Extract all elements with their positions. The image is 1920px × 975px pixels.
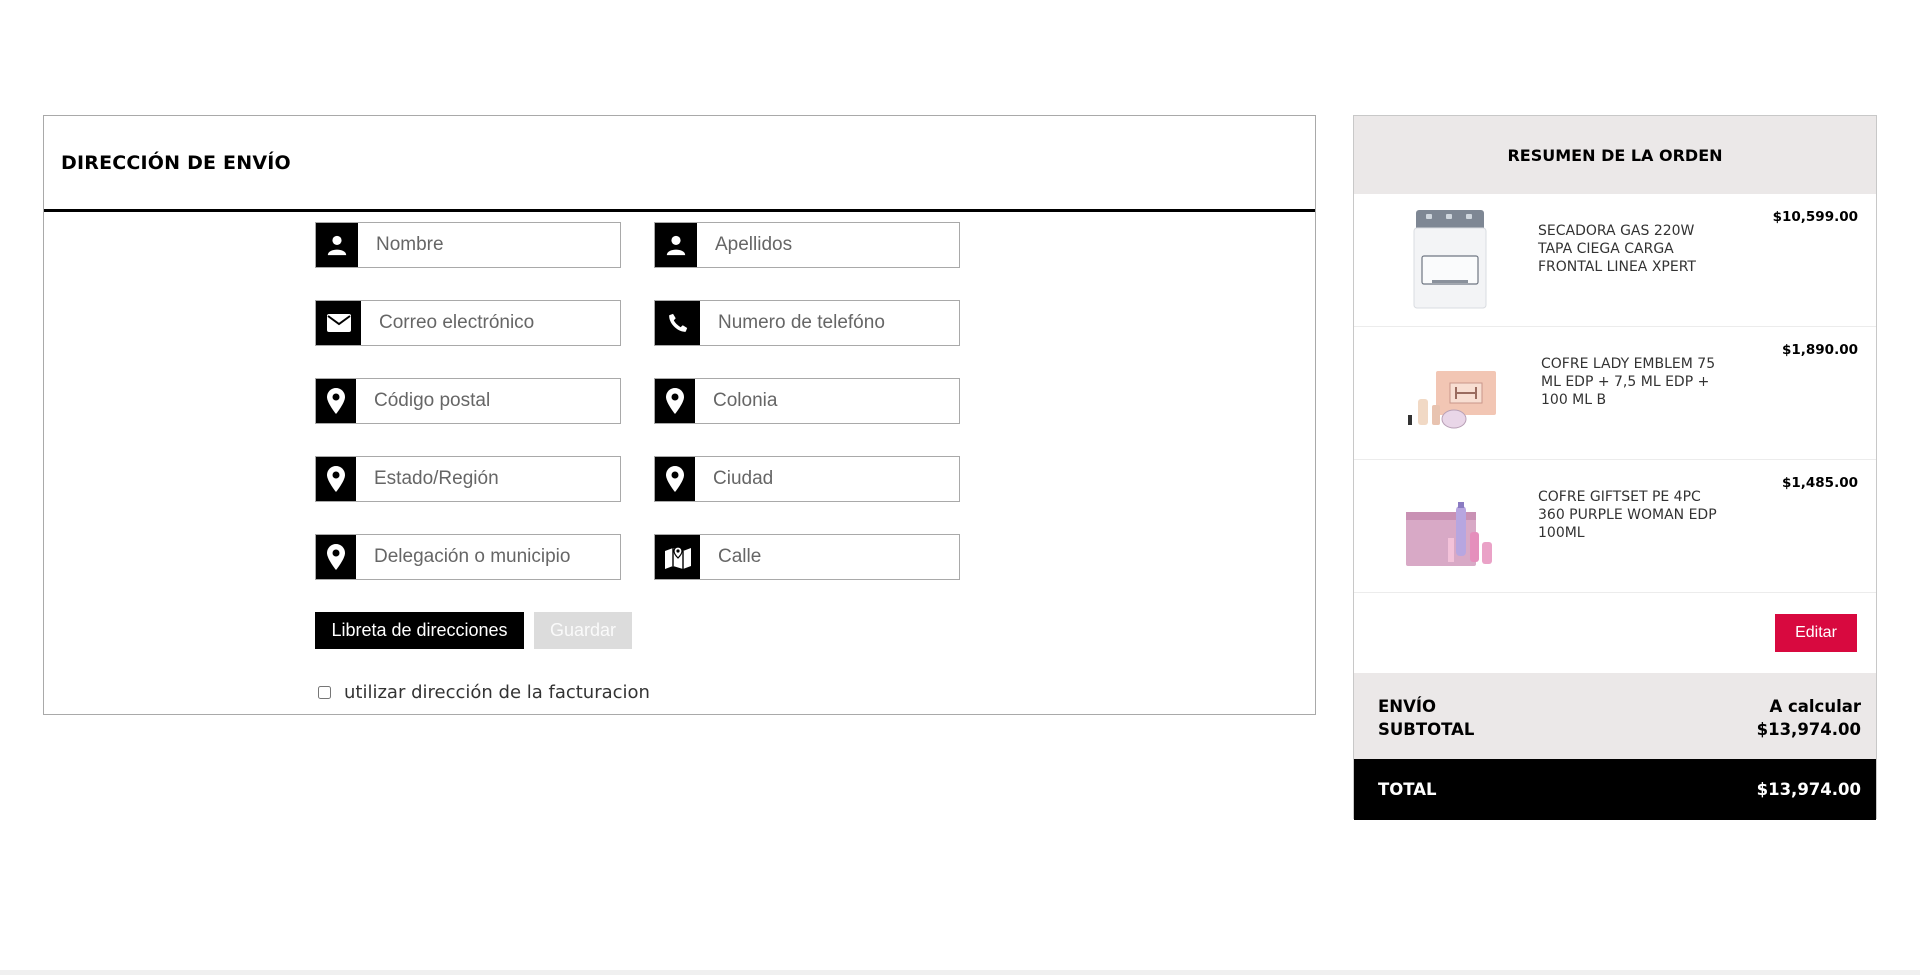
- city-input[interactable]: [695, 457, 959, 501]
- state-input[interactable]: [356, 457, 620, 501]
- order-item: SECADORA GAS 220W TAPA CIEGA CARGA FRONT…: [1354, 194, 1876, 327]
- order-summary-title: RESUMEN DE LA ORDEN: [1507, 145, 1723, 165]
- map-pin-icon: [655, 379, 695, 423]
- city-field: [654, 456, 960, 502]
- user-icon: [655, 223, 697, 267]
- order-item-name: SECADORA GAS 220W TAPA CIEGA CARGA FRONT…: [1538, 223, 1696, 275]
- first-name-field: [315, 222, 621, 268]
- order-item-name: COFRE GIFTSET PE 4PC 360 PURPLE WOMAN ED…: [1538, 489, 1717, 541]
- total-label: TOTAL: [1378, 780, 1437, 799]
- page-bottom-divider: [0, 970, 1920, 975]
- map-pin-icon: [655, 457, 695, 501]
- street-input[interactable]: [700, 535, 959, 579]
- use-billing-address-checkbox[interactable]: [318, 686, 331, 699]
- shipping-title: DIRECCIÓN DE ENVÍO: [61, 151, 291, 174]
- first-name-input[interactable]: [358, 223, 620, 267]
- map-pin-icon: [316, 379, 356, 423]
- subtotal-label: SUBTOTAL: [1378, 720, 1475, 739]
- phone-input[interactable]: [700, 301, 959, 345]
- postal-code-field: [315, 378, 621, 424]
- edit-button[interactable]: Editar: [1775, 614, 1857, 652]
- municipality-field: [315, 534, 621, 580]
- total-row: TOTAL $13,974.00: [1354, 759, 1876, 820]
- address-book-button[interactable]: Libreta de direcciones: [315, 612, 524, 649]
- subtotal-row: SUBTOTAL $13,974.00: [1378, 718, 1861, 741]
- order-summary-panel: RESUMEN DE LA ORDEN SECADORA GAS 220W TA…: [1353, 115, 1877, 820]
- perfume-gift-set-image: [1394, 339, 1504, 447]
- subtotals-block: ENVÍO A calcular SUBTOTAL $13,974.00: [1354, 673, 1876, 759]
- total-value: $13,974.00: [1756, 780, 1861, 799]
- shipping-address-panel: DIRECCIÓN DE ENVÍO Nombre Apellidos Corr…: [43, 115, 1316, 715]
- order-item-price: $1,890.00: [1781, 342, 1858, 358]
- save-button[interactable]: Guardar: [534, 612, 632, 649]
- map-pin-icon: [316, 535, 356, 579]
- email-input[interactable]: [361, 301, 620, 345]
- street-field: [654, 534, 960, 580]
- user-icon: [316, 223, 358, 267]
- order-item-price: $1,485.00: [1781, 475, 1858, 491]
- state-field: [315, 456, 621, 502]
- use-billing-address-label: utilizar dirección de la facturacion: [344, 682, 650, 703]
- shipping-cost-row: ENVÍO A calcular: [1378, 695, 1861, 718]
- phone-icon: [655, 301, 700, 345]
- folded-map-icon: [655, 535, 700, 579]
- order-item: COFRE LADY EMBLEM 75 ML EDP + 7,5 ML EDP…: [1354, 327, 1876, 460]
- order-item-price: $10,599.00: [1772, 209, 1858, 225]
- last-name-input[interactable]: [697, 223, 959, 267]
- perfume-gift-set-purple-image: [1394, 472, 1504, 580]
- colonia-input[interactable]: [695, 379, 959, 423]
- dryer-product-image: [1394, 206, 1504, 314]
- email-field: [315, 300, 621, 346]
- phone-field: [654, 300, 960, 346]
- order-item-name: COFRE LADY EMBLEM 75 ML EDP + 7,5 ML EDP…: [1541, 356, 1716, 408]
- colonia-field: [654, 378, 960, 424]
- postal-code-input[interactable]: [356, 379, 620, 423]
- shipping-header: DIRECCIÓN DE ENVÍO: [44, 116, 1315, 212]
- map-pin-icon: [316, 457, 356, 501]
- order-summary-header: RESUMEN DE LA ORDEN: [1354, 116, 1876, 194]
- envelope-icon: [316, 301, 361, 345]
- edit-row: Editar: [1354, 593, 1876, 673]
- last-name-field: [654, 222, 960, 268]
- municipality-input[interactable]: [356, 535, 620, 579]
- use-billing-address-option[interactable]: utilizar dirección de la facturacion: [318, 682, 650, 703]
- shipping-cost-label: ENVÍO: [1378, 697, 1437, 716]
- order-item: COFRE GIFTSET PE 4PC 360 PURPLE WOMAN ED…: [1354, 460, 1876, 593]
- subtotal-value: $13,974.00: [1756, 720, 1861, 739]
- shipping-cost-value: A calcular: [1769, 697, 1861, 716]
